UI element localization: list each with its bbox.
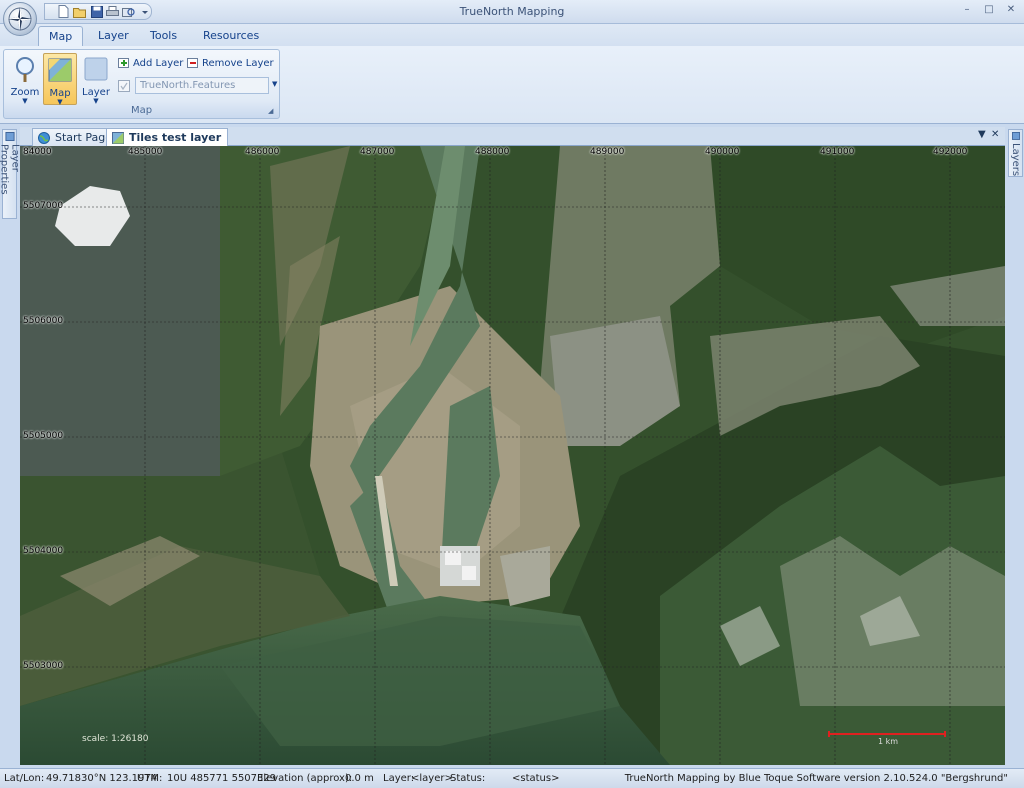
combo-dropdown-arrow-icon[interactable]: ▼	[272, 80, 277, 88]
remove-layer-icon	[187, 58, 198, 68]
properties-icon	[4, 132, 15, 142]
map-button[interactable]: Map ▼	[43, 53, 77, 106]
map-group: Zoom ▼ Map ▼ Layer ▼ Add Layer Remove La…	[3, 49, 280, 119]
tab-resources[interactable]: Resources	[193, 26, 269, 46]
checkbox-icon	[118, 80, 130, 92]
satellite-imagery	[20, 146, 1005, 765]
title-bar: TrueNorth Mapping – □ ✕	[0, 0, 1024, 24]
northing-label: 5505000	[23, 431, 64, 441]
utm-label: UTM:	[137, 773, 163, 784]
tab-map[interactable]: Map	[38, 26, 84, 46]
zoom-dropdown-arrow-icon: ▼	[22, 97, 28, 105]
layer-properties-side-tab[interactable]: Layer Properties	[0, 129, 21, 219]
layers-side-tab[interactable]: Layers	[1008, 129, 1023, 177]
scale-bar-label: 1 km	[878, 737, 899, 746]
minimize-button[interactable]: –	[960, 3, 974, 17]
map-view[interactable]: 84000 485000 486000 487000 488000 489000…	[20, 146, 1005, 765]
zoom-button[interactable]: Zoom ▼	[8, 53, 42, 105]
status-label: Status:	[450, 773, 486, 784]
easting-label: 84000	[23, 147, 52, 157]
easting-label: 487000	[360, 147, 395, 157]
elevation-label: Elevation (approx):	[257, 773, 353, 784]
tab-tools[interactable]: Tools	[140, 26, 187, 46]
layer-status-value: <layer>	[411, 773, 453, 784]
status-bar: Lat/Lon: 49.71830°N 123.1974 UTM: 10U 48…	[0, 768, 1024, 788]
add-layer-button[interactable]: Add Layer	[118, 55, 183, 71]
latlon-label: Lat/Lon:	[4, 773, 45, 784]
northing-label: 5503000	[23, 661, 64, 671]
easting-label: 492000	[933, 147, 968, 157]
add-layer-icon	[118, 58, 129, 68]
map-tile-icon	[112, 132, 124, 144]
globe-icon	[38, 132, 50, 144]
easting-label: 488000	[475, 147, 510, 157]
easting-label: 489000	[590, 147, 625, 157]
tab-layer[interactable]: Layer	[88, 26, 139, 46]
dialog-launcher-icon[interactable]: ◢	[268, 107, 276, 115]
compass-icon	[8, 7, 32, 31]
northing-label: 5506000	[23, 316, 64, 326]
tab-tiles-test-layer[interactable]: Tiles test layer	[106, 128, 229, 146]
restore-button[interactable]: □	[982, 3, 996, 17]
feature-layer-combo[interactable]: TrueNorth.Features	[135, 77, 269, 94]
group-label: Map	[130, 105, 153, 116]
feature-layer-check[interactable]	[118, 78, 130, 94]
layer-button[interactable]: Layer ▼	[79, 53, 113, 105]
map-scale-text: scale: 1:26180	[82, 734, 149, 744]
easting-label: 490000	[705, 147, 740, 157]
layers-icon	[1011, 132, 1020, 140]
easting-label: 491000	[820, 147, 855, 157]
version-text: TrueNorth Mapping by Blue Toque Software…	[624, 773, 1008, 784]
close-document-icon[interactable]: ✕	[991, 129, 999, 140]
map-layer-icon	[48, 58, 72, 82]
northing-label: 5504000	[23, 546, 64, 556]
tab-menu-chevron-icon[interactable]: ▼	[978, 129, 986, 140]
layer-icon	[84, 57, 108, 81]
application-menu-button[interactable]	[3, 2, 37, 36]
layer-dropdown-arrow-icon: ▼	[93, 97, 99, 105]
status-value: <status>	[512, 773, 560, 784]
document-tab-strip: Start Page Tiles test layer ▼ ✕	[20, 127, 1005, 146]
ribbon-tab-strip: Map Layer Tools Resources	[0, 24, 1024, 46]
remove-layer-button[interactable]: Remove Layer	[187, 55, 274, 71]
close-button[interactable]: ✕	[1004, 3, 1018, 17]
easting-label: 486000	[245, 147, 280, 157]
layer-status-label: Layer:	[383, 773, 415, 784]
ribbon-panel: Zoom ▼ Map ▼ Layer ▼ Add Layer Remove La…	[0, 46, 1024, 124]
elevation-value: 0.0 m	[345, 773, 374, 784]
window-title: TrueNorth Mapping	[459, 5, 565, 18]
easting-label: 485000	[128, 147, 163, 157]
magnifier-icon	[16, 57, 34, 82]
northing-label: 5507000	[23, 201, 64, 211]
